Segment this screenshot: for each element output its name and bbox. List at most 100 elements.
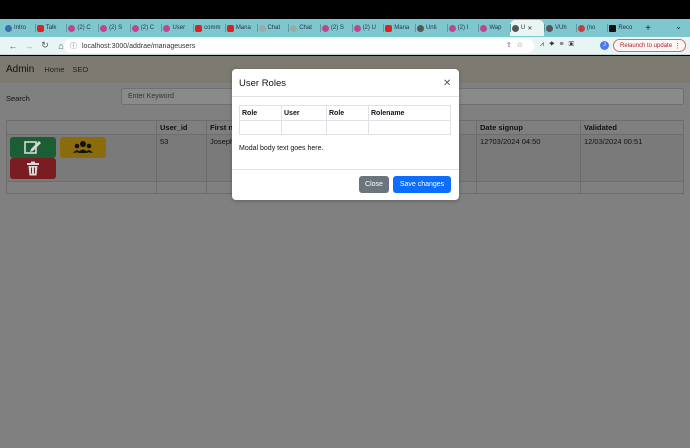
tab[interactable]: VUh	[544, 20, 576, 36]
table-header	[6, 120, 157, 135]
roles-table: Role User Role Rolename	[239, 105, 451, 135]
app-icon	[321, 24, 329, 32]
tab[interactable]: (2) C	[66, 20, 98, 36]
relaunch-button[interactable]: Relaunch to update ⋮	[613, 39, 686, 52]
close-icon[interactable]: ✕	[443, 78, 451, 89]
bookmark-star-icon[interactable]: ☆	[517, 42, 528, 49]
save-changes-button[interactable]: Save changes	[393, 176, 451, 193]
delete-button[interactable]	[10, 158, 56, 179]
roles-header: Role	[239, 105, 282, 121]
tab[interactable]: (2) I	[446, 20, 479, 36]
roles-cell	[281, 120, 327, 135]
user-roles-modal: User Roles ✕ Role User Role Rolename Mod…	[232, 69, 459, 200]
tab[interactable]: Reco	[607, 20, 639, 36]
table-header: Date signup	[476, 120, 581, 135]
tab[interactable]: Talk	[34, 20, 67, 36]
address-bar[interactable]: ⓘ localhost:3000/addrae/manageusers ⇪☆	[64, 39, 534, 53]
profile-avatar[interactable]: J	[600, 41, 609, 50]
empty-cell	[6, 181, 157, 194]
roles-button[interactable]	[60, 137, 106, 158]
menu-dots-icon[interactable]: ⋮	[674, 42, 681, 50]
tab[interactable]: (2) U	[351, 20, 384, 36]
trash-icon	[27, 161, 39, 176]
roles-cell	[239, 120, 282, 135]
tab-search-icon[interactable]: ⌄	[675, 22, 682, 31]
app-icon	[100, 24, 108, 32]
globe-icon	[546, 24, 553, 32]
side-panel-icon[interactable]: ▣	[569, 41, 579, 48]
screen: Intro Talk (2) C (2) S (2) C User comm M…	[0, 0, 690, 448]
edit-icon	[24, 141, 41, 154]
divider	[232, 169, 459, 170]
reading-list-icon[interactable]: ≡	[560, 41, 569, 48]
app-icon	[448, 24, 456, 32]
actions-cell	[6, 134, 157, 182]
url-text: localhost:3000/addrae/manageusers	[82, 42, 196, 50]
address-bar-actions: ⇪☆	[506, 41, 528, 49]
app-icon	[353, 24, 361, 32]
table-header: User_id	[156, 120, 207, 135]
extensions-puzzle-icon[interactable]: ✦	[549, 41, 560, 48]
app-icon	[163, 24, 171, 32]
tab[interactable]: comm	[193, 20, 225, 36]
globe-icon	[512, 24, 519, 32]
nav-home-link[interactable]: Home	[44, 65, 64, 74]
site-info-icon[interactable]: ⓘ	[70, 41, 77, 51]
edit-button[interactable]	[10, 137, 56, 158]
roles-cell	[368, 120, 451, 135]
globe-icon	[5, 24, 12, 32]
table-header: Validated	[580, 120, 684, 135]
roles-header-row: Role User Role Rolename	[239, 105, 451, 121]
youtube-icon	[385, 24, 393, 32]
tab[interactable]: Mana	[224, 20, 257, 36]
chat-icon	[290, 24, 298, 32]
brand-link[interactable]: Admin	[6, 64, 34, 75]
user-id-cell: 53	[156, 134, 207, 182]
youtube-icon	[36, 24, 44, 32]
close-button[interactable]: Close	[359, 176, 389, 193]
search-label: Search	[6, 94, 30, 103]
forward-icon[interactable]: →	[22, 41, 36, 51]
validated-cell: 12/03/2024 00:51	[580, 134, 684, 182]
browser-toolbar: ← → ↻ ⌂ ⓘ localhost:3000/addrae/manageus…	[0, 37, 690, 55]
nav-seo-link[interactable]: SEO	[72, 65, 88, 74]
tab-active[interactable]: U ✕	[510, 20, 544, 36]
tab[interactable]: (2) S	[319, 20, 352, 36]
tab-strip: Intro Talk (2) C (2) S (2) C User comm M…	[0, 19, 690, 37]
back-icon[interactable]: ←	[6, 41, 20, 51]
tab[interactable]: User	[161, 20, 193, 36]
roles-row	[239, 120, 451, 135]
date-signup-cell: 12?03/2024 04:50	[476, 134, 581, 182]
tab[interactable]: (2) C	[129, 20, 162, 36]
empty-cell	[580, 181, 684, 194]
tab[interactable]: Chat	[256, 20, 289, 36]
globe-icon	[416, 24, 424, 32]
extension-icons: ⩘✦≡▣	[540, 41, 579, 49]
new-tab-button[interactable]: +	[645, 23, 651, 34]
app-icon	[577, 24, 585, 32]
roles-header: User	[281, 105, 327, 121]
tab-close-icon[interactable]: ✕	[527, 25, 532, 32]
chat-icon	[258, 24, 266, 32]
app-icon	[68, 24, 76, 32]
users-group-icon	[73, 141, 93, 153]
empty-cell	[476, 181, 581, 194]
youtube-icon	[195, 24, 203, 32]
modal-title: User Roles	[239, 78, 286, 89]
share-icon[interactable]: ⇪	[506, 42, 517, 49]
tab[interactable]: Intro	[3, 20, 35, 36]
extension-chart-icon[interactable]: ⩘	[540, 41, 549, 48]
tab[interactable]: Wap	[478, 20, 510, 36]
app-icon	[131, 24, 139, 32]
tab[interactable]: Chat	[288, 20, 320, 36]
youtube-icon	[226, 24, 234, 32]
tab[interactable]: Mana	[383, 20, 415, 36]
tab[interactable]: (no	[575, 20, 608, 36]
top-black-bar	[0, 0, 690, 19]
tab[interactable]: (2) S	[98, 20, 130, 36]
tab[interactable]: Unti	[414, 20, 447, 36]
reload-icon[interactable]: ↻	[38, 40, 52, 51]
roles-cell	[326, 120, 369, 135]
app-icon	[480, 24, 488, 32]
roles-header: Role	[326, 105, 369, 121]
